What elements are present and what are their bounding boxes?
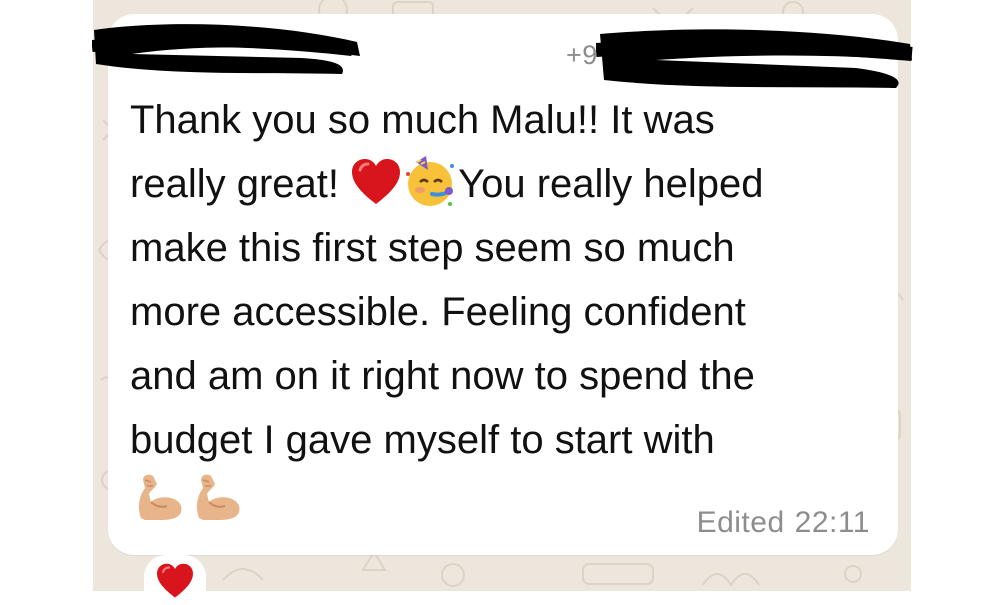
message-text: Thank you so much Malu!! It was really g…: [130, 88, 880, 472]
message-meta: Edited 22:11: [697, 506, 870, 540]
reaction-badge[interactable]: [144, 555, 206, 605]
trailing-emojis: [133, 474, 249, 526]
message-line: more accessible. Feeling confident: [130, 290, 746, 334]
edited-label: Edited: [696, 506, 785, 539]
message-line-part: You really helped: [458, 162, 764, 206]
message-line: Thank you so much Malu!! It was: [130, 98, 715, 142]
flexed-biceps-icon: [191, 472, 243, 522]
sender-name-redaction: [92, 24, 360, 74]
message-line: and am on it right now to spend the: [130, 354, 755, 398]
message-line: really great! You really helped: [130, 152, 880, 216]
message-line: make this first step seem so much: [130, 226, 735, 270]
sender-phone-redaction: [596, 29, 913, 88]
red-heart-icon: [350, 158, 402, 206]
flexed-biceps-icon: [133, 472, 185, 522]
partying-face-icon: [402, 154, 458, 210]
red-heart-icon: [155, 563, 195, 599]
sender-phone: +9: [566, 40, 598, 70]
message-line-part: really great!: [130, 162, 351, 206]
message-line: budget I gave myself to start with: [130, 418, 715, 462]
message-time: 22:11: [794, 506, 870, 539]
